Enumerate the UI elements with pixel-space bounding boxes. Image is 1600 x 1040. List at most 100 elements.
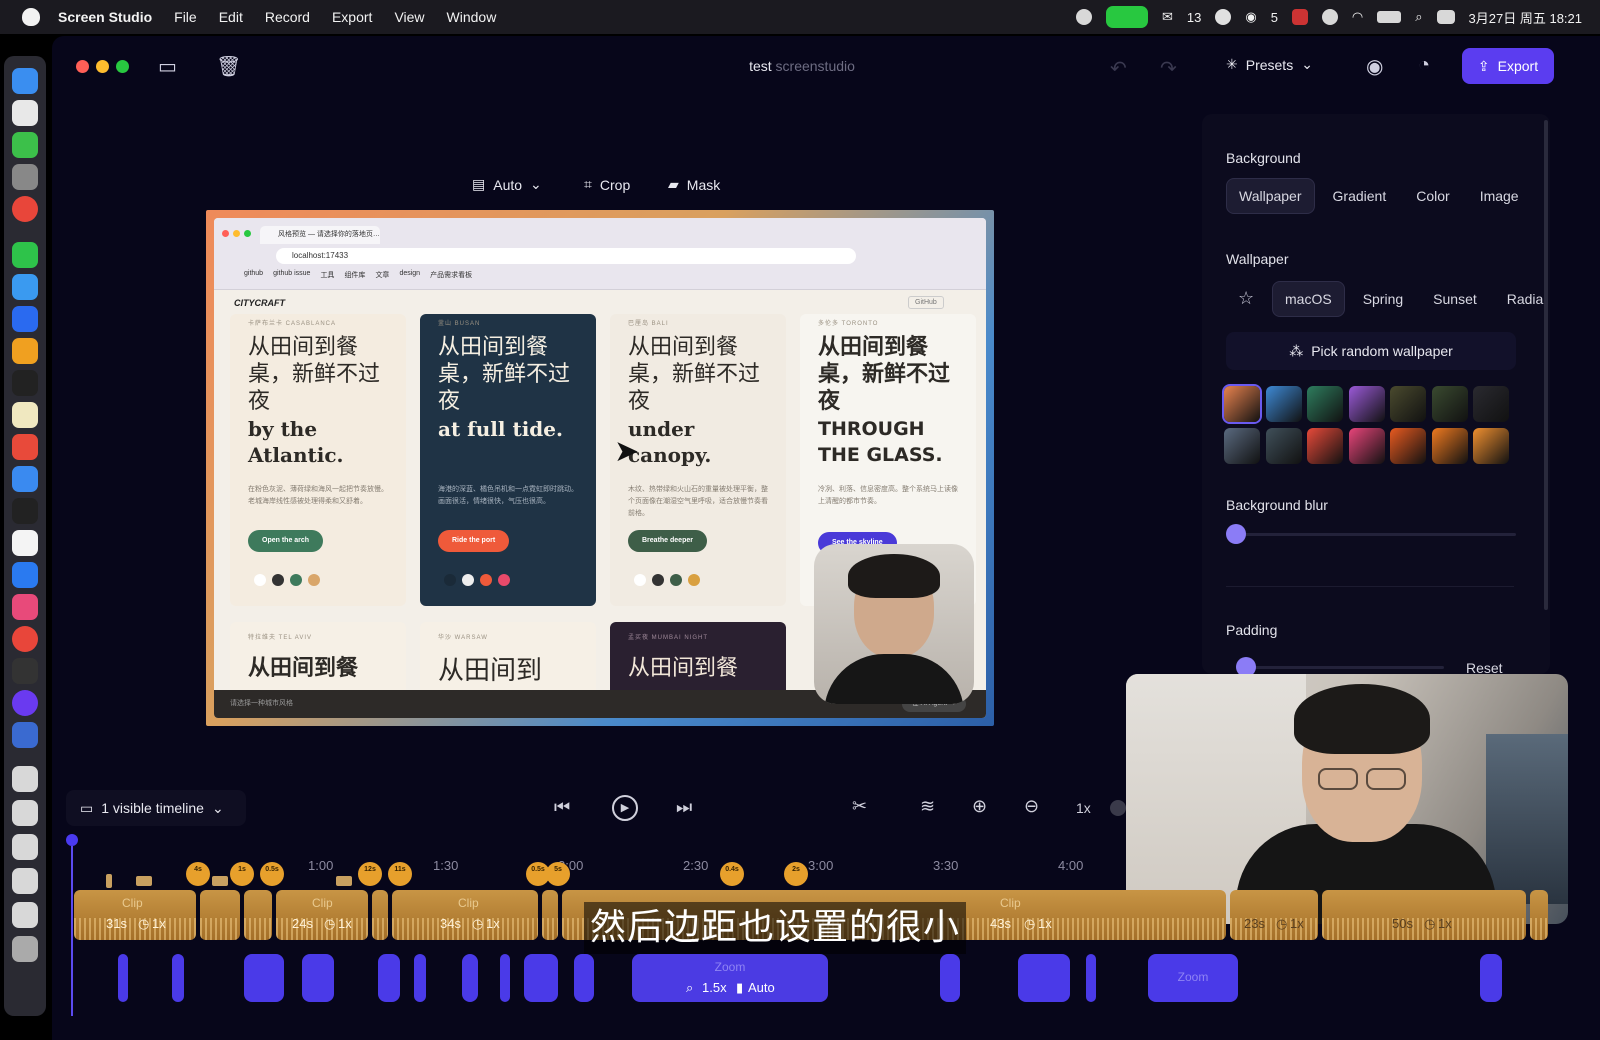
wallpaper-swatch[interactable] (1390, 386, 1426, 422)
chrome-icon[interactable] (12, 196, 38, 222)
terminal-icon[interactable] (12, 370, 38, 396)
export-button[interactable]: ⇪ Export (1462, 48, 1554, 84)
pick-random-wallpaper-button[interactable]: ⁂ Pick random wallpaper (1226, 332, 1516, 370)
document-icon-2[interactable] (12, 800, 38, 826)
clip-segment[interactable]: Clip 34s ◷ 1x (392, 890, 538, 940)
padding-slider-track[interactable] (1236, 666, 1444, 669)
app-icon-2[interactable] (12, 722, 38, 748)
mail-dock-icon[interactable] (12, 306, 38, 332)
skip-forward-icon[interactable]: ⏭ (676, 797, 692, 818)
zoom-segment[interactable] (1086, 954, 1096, 1002)
cut-marker[interactable]: 1s (230, 862, 254, 886)
zoom-segment[interactable] (1018, 954, 1070, 1002)
control-center-icon[interactable] (1436, 10, 1455, 24)
zoom-segment[interactable] (378, 954, 400, 1002)
visible-timeline-dropdown[interactable]: ▭ 1 visible timeline ⌄ (66, 790, 246, 826)
typora-icon[interactable] (12, 530, 38, 556)
cut-marker[interactable]: 0.5s (260, 862, 284, 886)
playhead[interactable] (66, 834, 78, 846)
chrome-canary-icon[interactable] (12, 626, 38, 652)
lark-icon[interactable] (12, 562, 38, 588)
zoom-segment[interactable] (500, 954, 510, 1002)
clip-segment[interactable]: 50s ◷ 1x (1322, 890, 1526, 940)
favorites-star-icon[interactable]: ☆ (1238, 288, 1254, 309)
zoom-segment[interactable] (118, 954, 128, 1002)
menu-edit[interactable]: Edit (219, 9, 243, 25)
keyboard-marker[interactable] (336, 876, 352, 886)
wps-icon[interactable] (12, 434, 38, 460)
wechat-icon[interactable]: ◉ (1245, 9, 1256, 25)
record-stop-icon[interactable] (1075, 9, 1092, 25)
app-icon[interactable] (12, 658, 38, 684)
zoom-segment[interactable] (574, 954, 594, 1002)
launchpad-icon[interactable] (12, 100, 38, 126)
zoom-segment[interactable]: Zoom (1148, 954, 1238, 1002)
wallpaper-swatch[interactable] (1265, 428, 1302, 464)
wallpaper-swatch[interactable] (1431, 386, 1468, 422)
zoom-segment[interactable] (1480, 954, 1502, 1002)
clip-segment[interactable]: 23s ◷ 1x (1230, 890, 1318, 940)
cut-marker[interactable]: 11s (388, 862, 412, 886)
zoom-segment[interactable] (244, 954, 284, 1002)
menu-record[interactable]: Record (265, 9, 310, 25)
cut-marker[interactable]: 12s (358, 862, 382, 886)
bolt-app-icon[interactable] (12, 338, 38, 364)
scissors-icon[interactable]: ✂ (852, 796, 867, 817)
wechat-dock-icon[interactable] (12, 242, 38, 268)
wifi-icon[interactable]: ◠ (1352, 9, 1363, 25)
cut-marker[interactable]: 2s (784, 862, 808, 886)
skip-back-icon[interactable]: ⏮ (554, 797, 570, 818)
speedometer-icon[interactable]: ◔ (1418, 54, 1430, 77)
document-icon-4[interactable] (12, 868, 38, 894)
menu-app-name[interactable]: Screen Studio (58, 9, 152, 25)
zoom-segment[interactable] (940, 954, 960, 1002)
blur-slider-track[interactable] (1236, 533, 1516, 536)
messages-icon[interactable] (12, 132, 38, 158)
tab-gradient[interactable]: Gradient (1321, 178, 1399, 214)
menu-file[interactable]: File (174, 9, 197, 25)
blur-slider-knob[interactable] (1226, 524, 1246, 544)
wallpaper-swatch[interactable] (1348, 428, 1385, 464)
wallpaper-swatch[interactable] (1307, 428, 1343, 464)
safari-icon[interactable] (12, 274, 38, 300)
mask-button[interactable]: ▰ Mask (668, 176, 720, 193)
tab-sunset[interactable]: Sunset (1421, 281, 1489, 317)
play-icon[interactable]: ▶ (612, 795, 638, 821)
battery-icon[interactable] (1377, 11, 1402, 23)
clip-segment[interactable]: Clip 24s ◷ 1x (276, 890, 368, 940)
wallpaper-swatch[interactable] (1265, 386, 1302, 422)
search-icon[interactable]: ⌕ (1415, 9, 1422, 25)
cut-marker[interactable]: 0.4s (720, 862, 744, 886)
app-tray-icon[interactable] (1291, 9, 1308, 25)
clip-segment[interactable]: Clip 31s ◷ 1x (74, 890, 196, 940)
document-icon-3[interactable] (12, 834, 38, 860)
keyboard-marker[interactable] (136, 876, 152, 886)
tab-wallpaper[interactable]: Wallpaper (1226, 178, 1315, 214)
presets-button[interactable]: ✳ Presets ⌄ (1226, 56, 1313, 73)
zoom-segment[interactable] (414, 954, 426, 1002)
layout-auto-button[interactable]: ▤ Auto ⌄ (472, 176, 542, 193)
zoom-segment[interactable] (172, 954, 184, 1002)
cut-marker[interactable]: 5s (546, 862, 570, 886)
playback-speed[interactable]: 1x (1076, 800, 1091, 816)
crop-button[interactable]: ⌗ Crop (584, 176, 630, 193)
zoom-segment-selected[interactable]: Zoom ⌕ 1.5x ▮ Auto (632, 954, 828, 1002)
trash-icon[interactable] (12, 936, 38, 962)
finder-icon[interactable] (12, 68, 38, 94)
clip-segment[interactable] (542, 890, 558, 940)
menu-window[interactable]: Window (447, 9, 497, 25)
camera-recording-icon[interactable] (1105, 6, 1148, 28)
tab-spring[interactable]: Spring (1351, 281, 1415, 317)
timeline-zoom-knob[interactable] (1110, 800, 1126, 816)
video-preview[interactable]: 风格预览 — 请选择你的落地页… localhost:17433 github … (206, 210, 994, 726)
keyboard-marker[interactable] (212, 876, 228, 886)
wallpaper-swatch[interactable] (1224, 428, 1260, 464)
document-icon-5[interactable] (12, 902, 38, 928)
zoom-segment[interactable] (524, 954, 558, 1002)
menu-clock[interactable]: 3月27日 周五 18:21 (1469, 8, 1582, 27)
menu-export[interactable]: Export (332, 9, 372, 25)
eye-icon[interactable]: ◉ (1366, 54, 1383, 79)
audio-waveform-icon[interactable]: ≋ (920, 796, 935, 817)
cursor-app-icon[interactable] (12, 498, 38, 524)
redo-icon[interactable]: ↷ (1160, 56, 1177, 81)
